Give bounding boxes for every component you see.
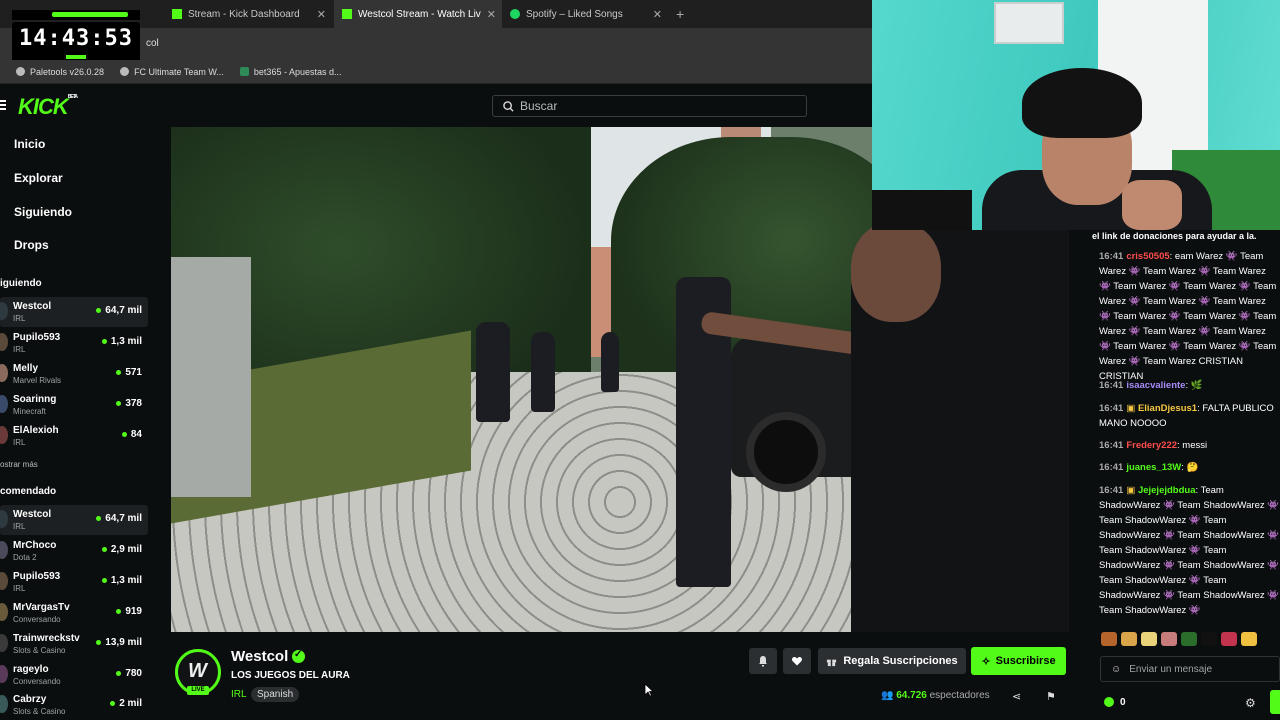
globe-icon (120, 67, 130, 76)
viewer-count: 👥 64.726 espectadores (881, 690, 990, 701)
kick-icon (172, 9, 182, 19)
nav-siguiendo[interactable]: Siguiendo (14, 205, 72, 219)
new-tab-button[interactable]: + (676, 6, 684, 22)
avatar (0, 603, 8, 621)
verified-icon (292, 649, 305, 663)
clock-overlay-bottom (12, 54, 140, 60)
gift-subscriptions-button[interactable]: Regala Suscripciones (818, 648, 966, 674)
search-icon (503, 100, 514, 112)
chat-message: 16:41 juanes_13W: 🤔 (1099, 462, 1199, 473)
nav-drops[interactable]: Drops (14, 238, 49, 252)
sidebar-channel-pupilo593[interactable]: Pupilo593 IRL 1,3 mil (0, 328, 148, 358)
star-icon: ✧ (981, 655, 991, 668)
live-badge: LIVE (187, 686, 209, 695)
clock-overlay-top (12, 10, 140, 20)
avatar (0, 572, 8, 590)
avatar (0, 302, 8, 320)
tab-spotify[interactable]: Spotify – Liked Songs ✕ (502, 0, 668, 28)
avatar (0, 541, 8, 559)
tab-westcol-stream[interactable]: Westcol Stream - Watch Liv ✕ (334, 0, 502, 28)
avatar (0, 395, 8, 413)
bet365-icon (239, 67, 249, 76)
sidebar-channel-mrvargastv[interactable]: MrVargasTv Conversando 919 (0, 598, 148, 628)
avatar (0, 695, 8, 713)
tab-label: Stream - Kick Dashboard (188, 8, 300, 20)
globe-icon (16, 67, 25, 76)
clock-overlay: 14:43:53 (12, 22, 140, 58)
close-icon[interactable]: ✕ (317, 8, 326, 21)
chat-message: 16:41 Fredery222: messi (1099, 440, 1208, 451)
kick-coins[interactable]: 0 (1104, 697, 1126, 708)
stream-title: LOS JUEGOS DEL AURA (231, 670, 350, 681)
avatar (0, 510, 8, 528)
subscribe-button[interactable]: ✧ Suscribirse (971, 647, 1066, 675)
send-button[interactable] (1270, 690, 1280, 714)
sidebar-channel-rageylo[interactable]: rageylo Conversando 780 (0, 660, 148, 690)
users-icon: 👥 (881, 690, 894, 701)
bell-icon (759, 656, 767, 667)
chat-message: 16:41 ▣ ElianDjesus1: FALTA PUBLICO MANO … (1099, 403, 1274, 429)
coin-icon (1104, 697, 1114, 708)
language-tag[interactable]: Spanish (251, 687, 300, 702)
avatar (0, 333, 8, 351)
pinned-message: el link de donaciones para ayudar a la. (1092, 231, 1257, 241)
sidebar-channel-elalexioh[interactable]: ElAlexioh IRL 84 (0, 421, 148, 451)
badge-icon: ▣ (1126, 485, 1136, 496)
avatar (0, 426, 8, 444)
heart-icon (792, 657, 802, 666)
notification-button[interactable] (749, 648, 777, 674)
sidebar-channel-westcol[interactable]: Westcol IRL 64,7 mil (0, 297, 148, 327)
sidebar-channel-soarinng[interactable]: Soarinng Minecraft 378 (0, 390, 148, 420)
mouse-cursor-icon (644, 683, 654, 697)
address-text: col (146, 38, 159, 49)
close-icon[interactable]: ✕ (487, 8, 496, 21)
tab-label: Westcol Stream - Watch Liv (358, 8, 481, 20)
tab-label: Spotify – Liked Songs (526, 8, 623, 20)
kick-icon (342, 9, 352, 19)
chat-message: 16:41 ▣ Jejejejdbdua: Team ShadowWarez 👾 … (1099, 485, 1280, 616)
sidebar-channel-pupilo593[interactable]: Pupilo593 IRL 1,3 mil (0, 567, 148, 597)
search-input[interactable] (520, 99, 780, 113)
gear-icon[interactable]: ⚙ (1245, 696, 1256, 710)
following-heading: iguiendo (0, 278, 42, 289)
recommended-heading: comendado (0, 486, 57, 497)
bookmark-item[interactable]: Paletools v26.0.28 (16, 67, 104, 77)
webcam-overlay (872, 0, 1280, 230)
bookmarks-bar: Paletools v26.0.28 FC Ultimate Team W...… (0, 60, 872, 84)
sidebar-channel-cabrzy[interactable]: Cabrzy Slots & Casino 2 mil (0, 690, 148, 720)
sidebar-channel-trainwreckstv[interactable]: Trainwreckstv Slots & Casino 13,9 mil (0, 629, 148, 659)
follow-button[interactable] (783, 648, 811, 674)
kick-logo[interactable]: KICKBETA (18, 94, 78, 120)
avatar (0, 634, 8, 652)
badge-icon: ▣ (1126, 403, 1136, 414)
nav-inicio[interactable]: Inicio (14, 137, 45, 151)
gift-icon (827, 659, 837, 666)
close-icon[interactable]: ✕ (653, 8, 662, 21)
tab-kick-dashboard[interactable]: Stream - Kick Dashboard ✕ (164, 0, 332, 28)
chat-message: 16:41 isaacvaliente: 🌿 (1099, 380, 1203, 391)
avatar (0, 665, 8, 683)
show-more-link[interactable]: ostrar más (0, 460, 38, 469)
channel-name[interactable]: Westcol (231, 648, 288, 665)
sidebar-channel-melly[interactable]: Melly Marvel Rivals 571 (0, 359, 148, 389)
menu-icon[interactable] (0, 100, 6, 110)
avatar (0, 364, 8, 382)
report-icon[interactable]: ⚑ (1046, 690, 1056, 703)
share-icon[interactable]: ⋖ (1012, 690, 1021, 703)
chat-input-box[interactable]: ☺ (1100, 656, 1280, 682)
emoji-icon[interactable]: ☺ (1111, 664, 1121, 675)
chat-input[interactable] (1129, 663, 1270, 675)
bookmark-item[interactable]: FC Ultimate Team W... (120, 67, 224, 77)
search-bar[interactable] (492, 95, 807, 117)
category-link[interactable]: IRL (231, 689, 247, 700)
nav-explorar[interactable]: Explorar (14, 171, 63, 185)
spotify-icon (510, 9, 520, 19)
chat-message: 16:41 cris50505: eam Warez 👾 Team Warez 👾… (1099, 251, 1277, 382)
bookmark-item[interactable]: bet365 - Apuestas d... (239, 67, 341, 77)
sidebar-channel-mrchoco[interactable]: MrChoco Dota 2 2,9 mil (0, 536, 148, 566)
emote-bar[interactable] (1101, 632, 1280, 648)
sidebar-channel-westcol[interactable]: Westcol IRL 64,7 mil (0, 505, 148, 535)
